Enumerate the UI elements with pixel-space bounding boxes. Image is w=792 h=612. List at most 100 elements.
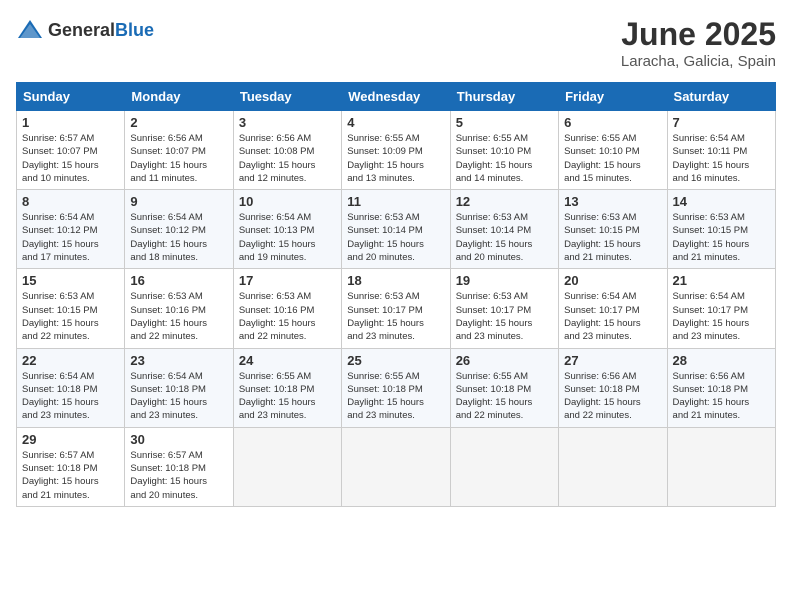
day-number: 13 <box>564 194 661 209</box>
calendar-table: SundayMondayTuesdayWednesdayThursdayFrid… <box>16 82 776 507</box>
day-cell: 8Sunrise: 6:54 AM Sunset: 10:12 PM Dayli… <box>17 190 125 269</box>
day-number: 27 <box>564 353 661 368</box>
day-number: 19 <box>456 273 553 288</box>
day-number: 10 <box>239 194 336 209</box>
day-info: Sunrise: 6:56 AM Sunset: 10:18 PM Daylig… <box>673 370 770 423</box>
day-cell <box>450 427 558 506</box>
day-number: 7 <box>673 115 770 130</box>
day-number: 5 <box>456 115 553 130</box>
day-cell: 1 Sunrise: 6:57 AM Sunset: 10:07 PM Dayli… <box>17 111 125 190</box>
day-info: Sunrise: 6:54 AM Sunset: 10:17 PM Daylig… <box>673 290 770 343</box>
day-number: 4 <box>347 115 444 130</box>
day-info: Sunrise: 6:54 AM Sunset: 10:18 PM Daylig… <box>22 370 119 423</box>
header-saturday: Saturday <box>667 83 775 111</box>
day-cell: 10 Sunrise: 6:54 AM Sunset: 10:13 PM Dayl… <box>233 190 341 269</box>
day-number: 1 <box>22 115 119 130</box>
day-cell: 9 Sunrise: 6:54 AM Sunset: 10:12 PM Dayli… <box>125 190 233 269</box>
day-cell: 24 Sunrise: 6:55 AM Sunset: 10:18 PM Dayl… <box>233 348 341 427</box>
day-info: Sunrise: 6:53 AM Sunset: 10:17 PM Daylig… <box>347 290 444 343</box>
day-number: 21 <box>673 273 770 288</box>
week-row-0: 1 Sunrise: 6:57 AM Sunset: 10:07 PM Dayli… <box>17 111 776 190</box>
day-number: 12 <box>456 194 553 209</box>
day-cell: 11 Sunrise: 6:53 AM Sunset: 10:14 PM Dayl… <box>342 190 450 269</box>
day-number: 24 <box>239 353 336 368</box>
day-info: Sunrise: 6:57 AM Sunset: 10:07 PM Daylig… <box>22 132 119 185</box>
day-number: 11 <box>347 194 444 209</box>
day-info: Sunrise: 6:54 AM Sunset: 10:13 PM Daylig… <box>239 211 336 264</box>
day-cell: 18 Sunrise: 6:53 AM Sunset: 10:17 PM Dayl… <box>342 269 450 348</box>
header-thursday: Thursday <box>450 83 558 111</box>
day-info: Sunrise: 6:53 AM Sunset: 10:14 PM Daylig… <box>456 211 553 264</box>
day-cell: 19 Sunrise: 6:53 AM Sunset: 10:17 PM Dayl… <box>450 269 558 348</box>
day-cell: 22 Sunrise: 6:54 AM Sunset: 10:18 PM Dayl… <box>17 348 125 427</box>
day-cell: 16 Sunrise: 6:53 AM Sunset: 10:16 PM Dayl… <box>125 269 233 348</box>
day-info: Sunrise: 6:55 AM Sunset: 10:10 PM Daylig… <box>456 132 553 185</box>
day-info: Sunrise: 6:54 AM Sunset: 10:11 PM Daylig… <box>673 132 770 185</box>
day-number: 22 <box>22 353 119 368</box>
day-info: Sunrise: 6:54 AM Sunset: 10:17 PM Daylig… <box>564 290 661 343</box>
day-number: 18 <box>347 273 444 288</box>
day-cell: 15Sunrise: 6:53 AM Sunset: 10:15 PM Dayl… <box>17 269 125 348</box>
day-number: 6 <box>564 115 661 130</box>
day-info: Sunrise: 6:53 AM Sunset: 10:16 PM Daylig… <box>130 290 227 343</box>
header-row: SundayMondayTuesdayWednesdayThursdayFrid… <box>17 83 776 111</box>
title-area: June 2025 Laracha, Galicia, Spain <box>621 16 776 70</box>
day-number: 9 <box>130 194 227 209</box>
logo-icon <box>16 16 44 44</box>
day-info: Sunrise: 6:57 AM Sunset: 10:18 PM Daylig… <box>130 449 227 502</box>
day-cell: 4 Sunrise: 6:55 AM Sunset: 10:09 PM Dayli… <box>342 111 450 190</box>
day-cell <box>342 427 450 506</box>
day-number: 2 <box>130 115 227 130</box>
day-cell: 28Sunrise: 6:56 AM Sunset: 10:18 PM Dayl… <box>667 348 775 427</box>
day-cell <box>233 427 341 506</box>
day-info: Sunrise: 6:53 AM Sunset: 10:14 PM Daylig… <box>347 211 444 264</box>
day-number: 16 <box>130 273 227 288</box>
header-friday: Friday <box>559 83 667 111</box>
logo-text-general: General <box>48 20 115 40</box>
day-number: 15 <box>22 273 119 288</box>
day-cell: 5 Sunrise: 6:55 AM Sunset: 10:10 PM Dayli… <box>450 111 558 190</box>
day-number: 30 <box>130 432 227 447</box>
day-info: Sunrise: 6:56 AM Sunset: 10:08 PM Daylig… <box>239 132 336 185</box>
day-number: 25 <box>347 353 444 368</box>
day-cell <box>559 427 667 506</box>
day-info: Sunrise: 6:56 AM Sunset: 10:18 PM Daylig… <box>564 370 661 423</box>
header-wednesday: Wednesday <box>342 83 450 111</box>
day-info: Sunrise: 6:53 AM Sunset: 10:16 PM Daylig… <box>239 290 336 343</box>
day-info: Sunrise: 6:56 AM Sunset: 10:07 PM Daylig… <box>130 132 227 185</box>
day-cell: 26 Sunrise: 6:55 AM Sunset: 10:18 PM Dayl… <box>450 348 558 427</box>
day-number: 26 <box>456 353 553 368</box>
day-number: 23 <box>130 353 227 368</box>
day-number: 29 <box>22 432 119 447</box>
day-number: 20 <box>564 273 661 288</box>
day-cell: 7 Sunrise: 6:54 AM Sunset: 10:11 PM Dayli… <box>667 111 775 190</box>
day-cell: 23Sunrise: 6:54 AM Sunset: 10:18 PM Dayl… <box>125 348 233 427</box>
week-row-3: 22 Sunrise: 6:54 AM Sunset: 10:18 PM Dayl… <box>17 348 776 427</box>
day-cell: 29 Sunrise: 6:57 AM Sunset: 10:18 PM Dayl… <box>17 427 125 506</box>
day-number: 17 <box>239 273 336 288</box>
day-cell <box>667 427 775 506</box>
day-cell: 14 Sunrise: 6:53 AM Sunset: 10:15 PM Dayl… <box>667 190 775 269</box>
day-cell: 20 Sunrise: 6:54 AM Sunset: 10:17 PM Dayl… <box>559 269 667 348</box>
day-info: Sunrise: 6:57 AM Sunset: 10:18 PM Daylig… <box>22 449 119 502</box>
header-monday: Monday <box>125 83 233 111</box>
day-cell: 25 Sunrise: 6:55 AM Sunset: 10:18 PM Dayl… <box>342 348 450 427</box>
day-info: Sunrise: 6:54 AM Sunset: 10:12 PM Daylig… <box>130 211 227 264</box>
header-tuesday: Tuesday <box>233 83 341 111</box>
day-info: Sunrise: 6:55 AM Sunset: 10:09 PM Daylig… <box>347 132 444 185</box>
header-sunday: Sunday <box>17 83 125 111</box>
day-cell: 17 Sunrise: 6:53 AM Sunset: 10:16 PM Dayl… <box>233 269 341 348</box>
day-cell: 27 Sunrise: 6:56 AM Sunset: 10:18 PM Dayl… <box>559 348 667 427</box>
day-cell: 2 Sunrise: 6:56 AM Sunset: 10:07 PM Dayli… <box>125 111 233 190</box>
day-info: Sunrise: 6:55 AM Sunset: 10:18 PM Daylig… <box>347 370 444 423</box>
day-info: Sunrise: 6:55 AM Sunset: 10:10 PM Daylig… <box>564 132 661 185</box>
day-number: 3 <box>239 115 336 130</box>
day-info: Sunrise: 6:54 AM Sunset: 10:12 PM Daylig… <box>22 211 119 264</box>
day-info: Sunrise: 6:53 AM Sunset: 10:15 PM Daylig… <box>673 211 770 264</box>
day-cell: 13Sunrise: 6:53 AM Sunset: 10:15 PM Dayl… <box>559 190 667 269</box>
day-info: Sunrise: 6:53 AM Sunset: 10:17 PM Daylig… <box>456 290 553 343</box>
day-number: 14 <box>673 194 770 209</box>
day-info: Sunrise: 6:55 AM Sunset: 10:18 PM Daylig… <box>456 370 553 423</box>
day-info: Sunrise: 6:55 AM Sunset: 10:18 PM Daylig… <box>239 370 336 423</box>
day-cell: 3 Sunrise: 6:56 AM Sunset: 10:08 PM Dayli… <box>233 111 341 190</box>
